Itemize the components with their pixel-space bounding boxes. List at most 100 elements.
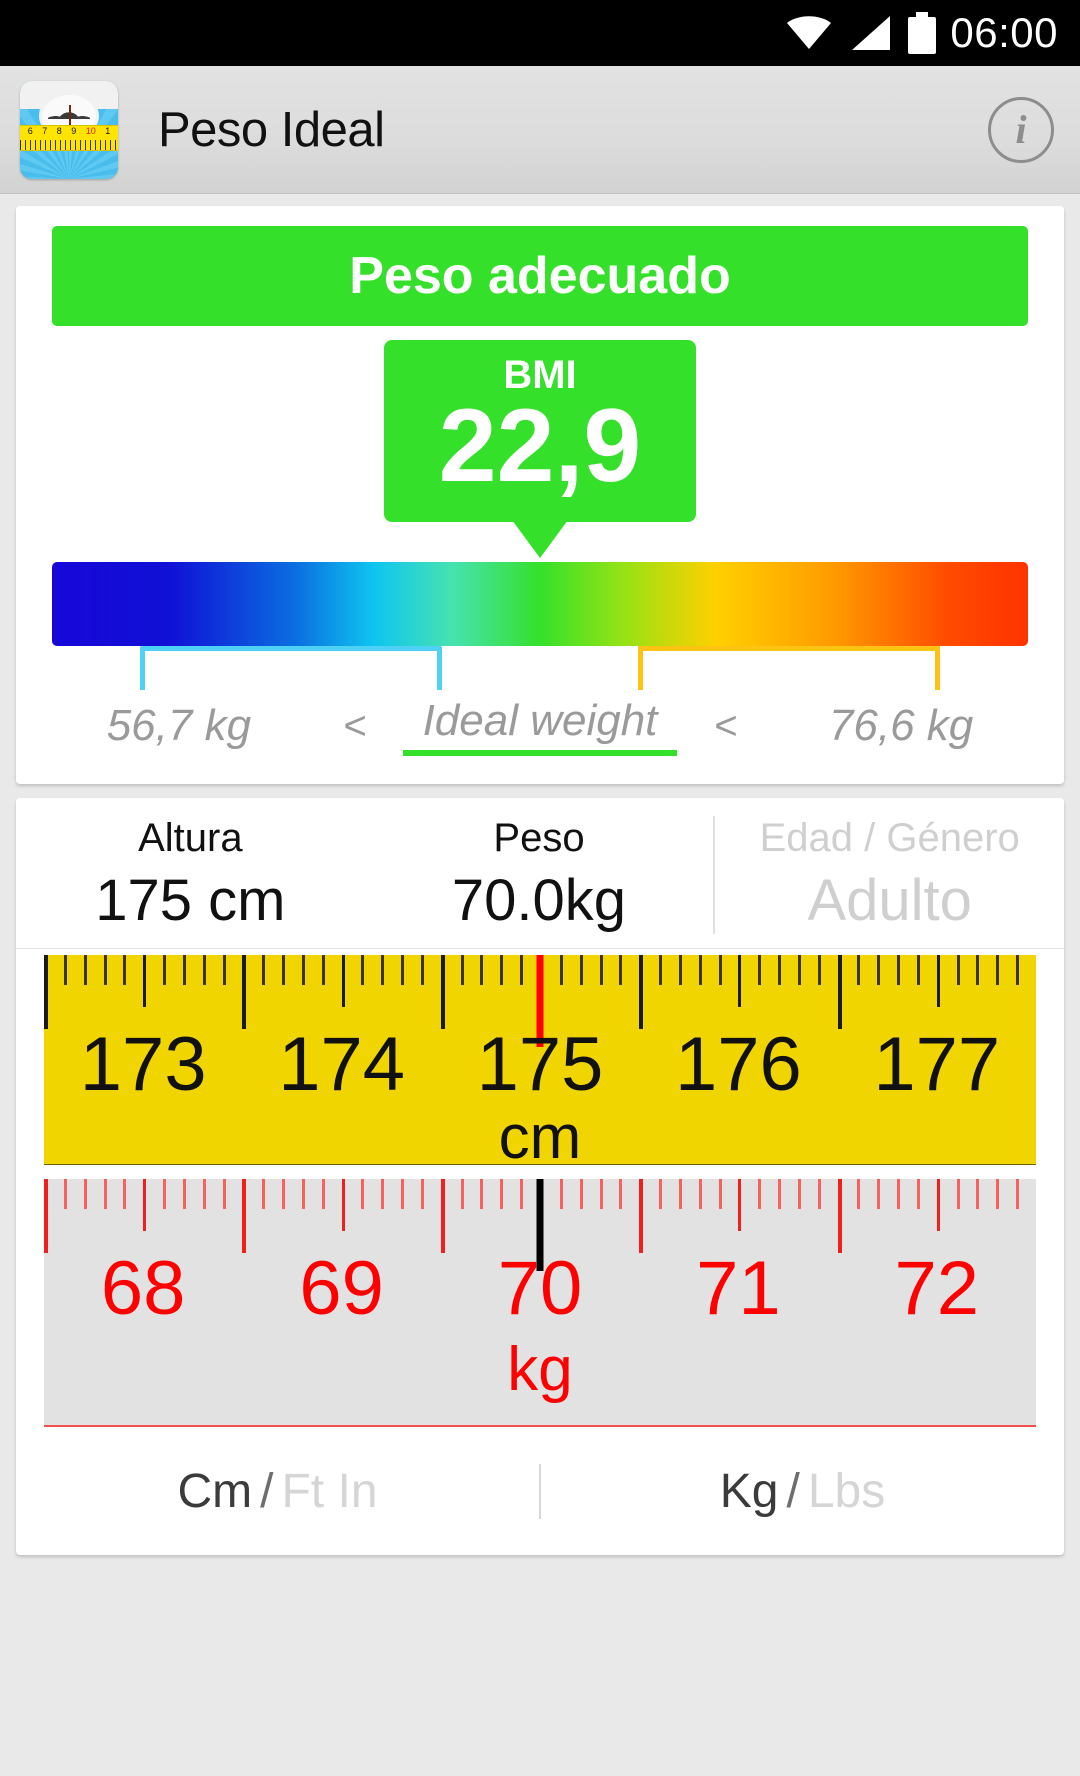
ruler-tick [797, 1179, 801, 1209]
weight-field[interactable]: Peso 70.0kg [365, 816, 714, 934]
info-icon[interactable]: i [988, 96, 1054, 163]
measurements-card: Altura 175 cm Peso 70.0kg Edad / Género … [16, 798, 1064, 1555]
ruler-tick [282, 1179, 286, 1209]
ruler-tick [460, 955, 464, 985]
weight-ruler-numbers: 68 69 70 71 72 [44, 1251, 1036, 1335]
ruler-tick [262, 1179, 266, 1209]
age-gender-value: Adulto [807, 868, 972, 933]
ruler-tick [897, 1179, 901, 1209]
ruler-tick [480, 955, 484, 985]
ruler-number: 72 [894, 1246, 980, 1331]
ruler-tick [202, 955, 206, 985]
ruler-tick [103, 1179, 107, 1209]
mass-unit-kg[interactable]: Kg [720, 1464, 779, 1519]
ruler-tick [1016, 955, 1020, 985]
rulers: 173 174 175 176 177 cm 68 69 70 71 72 kg [16, 949, 1064, 1427]
ruler-tick [936, 1179, 940, 1231]
mass-unit-toggle[interactable]: Kg / Lbs [539, 1463, 1064, 1519]
ruler-tick [718, 1179, 722, 1209]
ideal-weight-label: Ideal weight [403, 696, 677, 756]
ruler-tick [778, 955, 782, 985]
ruler-tick [163, 955, 167, 985]
ruler-number: 70 [497, 1246, 583, 1331]
ruler-tick [182, 955, 186, 985]
ruler-tick [202, 1179, 206, 1209]
ruler-tick [222, 955, 226, 985]
ruler-tick [996, 955, 1000, 985]
ruler-tick [83, 1179, 87, 1209]
less-than-right: < [713, 703, 738, 748]
status-badge: Peso adecuado [52, 226, 1028, 326]
ruler-tick [559, 955, 563, 985]
ruler-number: 69 [299, 1246, 384, 1331]
ruler-tick [103, 955, 107, 985]
weight-ruler-unit: kg [507, 1335, 573, 1404]
ruler-tick [916, 1179, 920, 1209]
ruler-tick [143, 955, 147, 1007]
ruler-tick [797, 955, 801, 985]
length-unit-toggle[interactable]: Cm / Ft In [16, 1464, 539, 1519]
ruler-number: 176 [674, 1022, 802, 1107]
ruler-tick [401, 955, 405, 985]
ruler-tick [559, 1179, 563, 1209]
height-ruler[interactable]: 173 174 175 176 177 cm [44, 955, 1036, 1165]
height-field[interactable]: Altura 175 cm [16, 816, 365, 934]
ruler-number: 71 [696, 1246, 781, 1331]
ruler-tick [123, 1179, 127, 1209]
ruler-tick [758, 955, 762, 985]
age-gender-field[interactable]: Edad / Género Adulto [713, 816, 1064, 934]
ruler-tick [341, 955, 345, 1007]
ruler-number: 173 [79, 1022, 207, 1107]
ruler-number: 177 [873, 1022, 1001, 1107]
ruler-tick [44, 1179, 48, 1253]
ruler-tick [817, 955, 821, 985]
ruler-tick [440, 1179, 445, 1253]
ruler-tick [698, 955, 702, 985]
ruler-tick [242, 955, 247, 1029]
ruler-tick [639, 1179, 644, 1253]
ruler-tick [83, 955, 87, 985]
ruler-tick [837, 955, 842, 1029]
ruler-tick [916, 955, 920, 985]
age-gender-label: Edad / Género [759, 816, 1020, 860]
height-label: Altura [138, 816, 243, 860]
ruler-tick [222, 1179, 226, 1209]
ruler-tick [976, 1179, 980, 1209]
ruler-tick [1016, 1179, 1020, 1209]
range-brackets [52, 646, 1028, 692]
length-unit-ftin[interactable]: Ft In [281, 1464, 377, 1519]
app-logo-icon: 6 7 8 9 10 1 [20, 80, 118, 179]
ruler-tick [738, 1179, 742, 1231]
ideal-weight-row: 56,7 kg < Ideal weight < 76,6 kg [52, 696, 1028, 756]
min-ideal-weight: 56,7 kg [106, 701, 252, 750]
ruler-tick [460, 1179, 464, 1209]
ruler-number: 68 [100, 1246, 186, 1331]
ruler-tick [163, 1179, 167, 1209]
weight-value: 70.0kg [451, 868, 627, 933]
ruler-tick [500, 1179, 504, 1209]
height-ruler-numbers: 173 174 175 176 177 [44, 1027, 1036, 1111]
ruler-tick [63, 955, 67, 985]
unit-toggle-row: Cm / Ft In Kg / Lbs [16, 1427, 1064, 1555]
lower-range-bracket [139, 646, 443, 690]
mass-unit-lbs[interactable]: Lbs [808, 1464, 885, 1519]
ruler-tick [976, 955, 980, 985]
length-unit-cm[interactable]: Cm [177, 1464, 252, 1519]
ruler-tick [738, 955, 742, 1007]
weight-ruler[interactable]: 68 69 70 71 72 kg [44, 1179, 1036, 1427]
ruler-tick [758, 1179, 762, 1209]
battery-icon [908, 12, 937, 54]
status-bar-clock: 06:00 [950, 9, 1058, 56]
signal-icon [852, 16, 891, 50]
ruler-tick [877, 955, 881, 985]
ruler-tick [401, 1179, 405, 1209]
max-ideal-weight: 76,6 kg [828, 701, 974, 750]
ruler-tick [877, 1179, 881, 1209]
ruler-tick [897, 955, 901, 985]
ruler-tick [956, 1179, 960, 1209]
ruler-tick [678, 1179, 682, 1209]
ruler-tick [143, 1179, 147, 1231]
ruler-tick [619, 1179, 623, 1209]
ruler-tick [936, 955, 940, 1007]
ruler-tick [599, 1179, 603, 1209]
